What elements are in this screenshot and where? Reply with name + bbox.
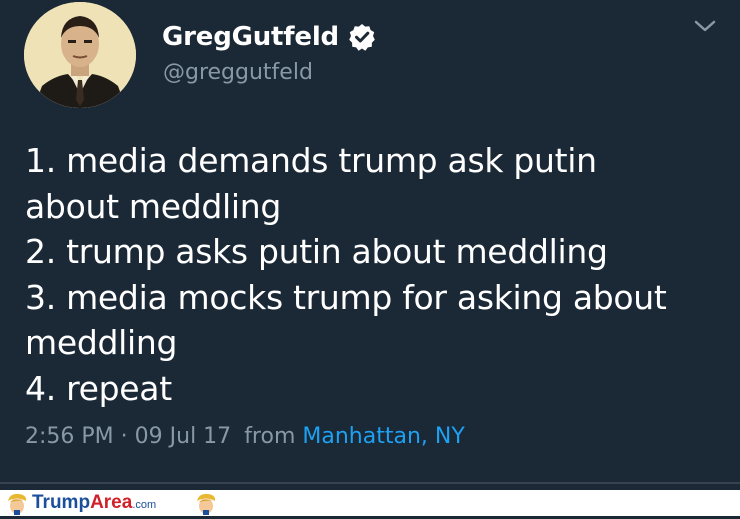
meta-separator: · (120, 424, 128, 449)
display-name[interactable]: GregGutfeld (162, 22, 339, 52)
tweet-text-line: about meddling (25, 186, 282, 226)
author-row: GregGutfeld (162, 20, 377, 54)
tweet-date[interactable]: 09 Jul 17 (135, 424, 232, 449)
tweet-text-line: meddling (25, 323, 178, 362)
verified-badge-icon (347, 22, 377, 52)
watermark-brand-area: Area (90, 492, 133, 513)
tweet-text-line: 1. media demands trump ask putin (25, 141, 597, 180)
tweet-metadata: 2:56 PM · 09 Jul 17 from Manhattan, NY (25, 424, 465, 449)
watermark-brand-trump: Trump (32, 492, 91, 513)
tweet-text: 1. media demands trump ask putin about m… (25, 138, 725, 411)
from-label: from (244, 424, 296, 449)
watermark-brand-suffix: .com (132, 499, 157, 511)
watermark-logo: TrumpArea.com (32, 491, 156, 517)
watermark-bar: TrumpArea.com (0, 490, 740, 516)
tweet-card: GregGutfeld @greggutfeld 1. media demand… (0, 0, 740, 490)
chevron-down-icon[interactable] (692, 16, 718, 36)
trump-face-icon (194, 491, 218, 515)
divider (0, 482, 740, 484)
tweet-text-line: 3. media mocks trump for asking about (25, 277, 667, 317)
tweet-text-line: 4. repeat (25, 368, 172, 408)
tweet-location-link[interactable]: Manhattan, NY (302, 424, 464, 449)
tweet-time[interactable]: 2:56 PM (25, 424, 114, 449)
avatar[interactable] (24, 2, 136, 108)
trump-face-icon (5, 491, 29, 515)
user-handle[interactable]: @greggutfeld (163, 60, 313, 85)
tweet-text-line: 2. trump asks putin about meddling (25, 232, 608, 271)
